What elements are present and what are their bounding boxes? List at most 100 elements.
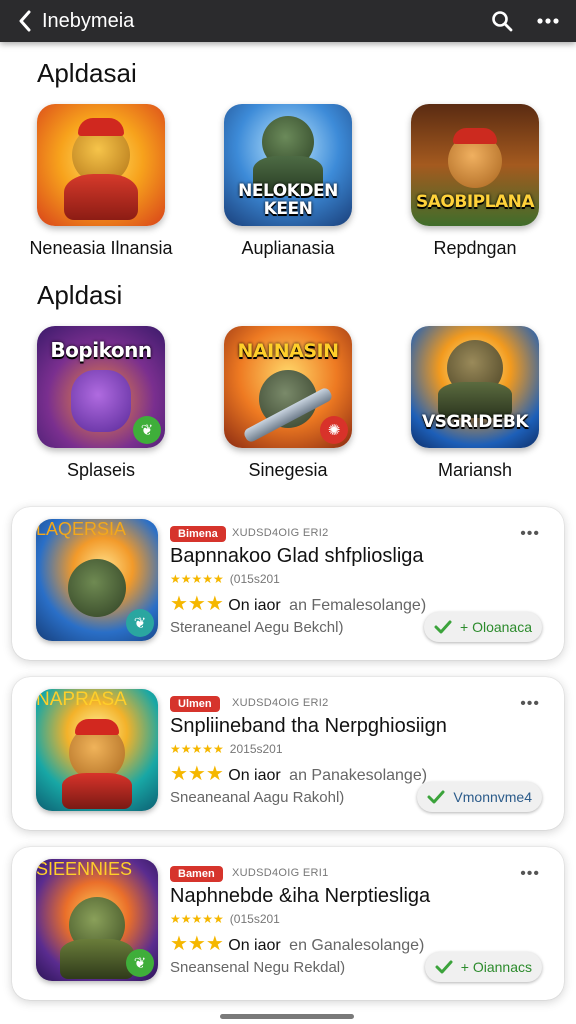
- rating-text: On iaor: [228, 937, 281, 954]
- install-button[interactable]: + Oiannacs: [424, 952, 542, 982]
- app-tile[interactable]: SAOBIPLANA Repdngan: [387, 104, 563, 259]
- star-icons: ★★★★★: [170, 912, 224, 926]
- rating-row: ★★★ On iaor an Femalesolange): [170, 591, 426, 616]
- icon-art-title: Bopikonn: [50, 338, 152, 362]
- icon-art-title: NELOKDEN KEEN: [238, 181, 338, 219]
- icon-art-title: VSGRIDEBK: [421, 412, 529, 432]
- app-card[interactable]: SIEENNIES ❦ Bamen XUDSD4OIG ERI1 ••• Nap…: [12, 847, 564, 1000]
- app-tile[interactable]: NAINASIN ✺ Sinegesia: [200, 326, 376, 481]
- app-tile[interactable]: VSGRIDEBK Mariansh: [387, 326, 563, 481]
- app-card[interactable]: NAPRASA Ulmen XUDSD4OIG ERI2 ••• Snpliin…: [12, 677, 564, 830]
- install-button[interactable]: + Oloanaca: [424, 612, 542, 642]
- rating-row: ★★★ On iaor an Panakesolange): [170, 761, 427, 786]
- more-horizontal-icon: •••: [520, 695, 540, 712]
- page-title: Inebymeia: [42, 9, 135, 32]
- icon-art-title: SIEENNIES: [36, 859, 133, 879]
- app-tile[interactable]: Neneasia Ilnansia: [13, 104, 189, 259]
- category-tag: Bamen: [170, 866, 223, 882]
- star-rating-row: ★★★★★ (015s201: [170, 912, 280, 926]
- rating-subtext: an Panakesolange): [289, 767, 428, 784]
- app-icon: NAINASIN ✺: [224, 326, 352, 448]
- seller-text: Steraneanel Aegu Bekchl): [170, 619, 344, 636]
- icon-art-title: NAINASIN: [237, 340, 339, 362]
- app-icon: [37, 104, 165, 226]
- app-icon: Bopikonn ❦: [37, 326, 165, 448]
- install-label: + Oloanaca: [460, 619, 532, 635]
- more-horizontal-icon: [537, 18, 559, 24]
- star-icons: ★★★: [170, 763, 224, 785]
- star-icons: ★★★: [170, 933, 224, 955]
- card-meta: XUDSD4OIG ERI1: [232, 867, 329, 879]
- rating-text: On iaor: [228, 767, 281, 784]
- leaf-icon: ❦: [133, 416, 161, 444]
- app-tile[interactable]: NELOKDEN KEEN Auplianasia: [200, 104, 376, 259]
- more-horizontal-icon: •••: [520, 865, 540, 882]
- app-name: Sinegesia: [248, 460, 328, 480]
- character-body-art: [64, 174, 138, 220]
- card-meta: XUDSD4OIG ERI2: [232, 527, 329, 539]
- category-tag: Ulmen: [170, 696, 220, 712]
- app-name: Auplianasia: [241, 238, 335, 258]
- app-header: Inebymeia: [0, 0, 576, 42]
- app-name: Neneasia Ilnansia: [29, 238, 173, 258]
- section-title: Apldasi: [37, 280, 123, 310]
- star-icons: ★★★★★: [170, 742, 224, 756]
- icon-art-title: LAQERSIA: [36, 519, 127, 539]
- character-cap-art: [78, 118, 124, 136]
- card-title: Naphnebde &iha Nerptiesliga: [170, 885, 431, 907]
- character-art: [71, 370, 131, 432]
- release-date: 2015s201: [229, 742, 283, 756]
- leaf-icon: ❦: [126, 609, 154, 637]
- character-body-art: [60, 939, 134, 979]
- app-name: Mariansh: [437, 460, 513, 480]
- app-name: Splaseis: [66, 460, 136, 480]
- app-icon: NELOKDEN KEEN: [224, 104, 352, 226]
- icon-art-title: SAOBIPLANA: [416, 192, 534, 212]
- back-button[interactable]: [14, 9, 36, 33]
- install-button[interactable]: Vmonnvme4: [417, 782, 542, 812]
- app-icon: SAOBIPLANA: [411, 104, 539, 226]
- more-options-button[interactable]: •••: [520, 695, 540, 713]
- character-body-art: [62, 773, 132, 809]
- app-thumbnail: SIEENNIES ❦: [36, 859, 158, 981]
- more-options-button[interactable]: [534, 7, 562, 35]
- more-options-button[interactable]: •••: [520, 865, 540, 883]
- home-indicator[interactable]: [220, 1014, 354, 1019]
- more-options-button[interactable]: •••: [520, 525, 540, 543]
- star-icons: ★★★★★: [170, 572, 224, 586]
- rating-row: ★★★ On iaor en Ganalesolange): [170, 931, 424, 956]
- check-icon: [435, 958, 453, 976]
- more-horizontal-icon: •••: [520, 525, 540, 542]
- character-art: [68, 559, 126, 617]
- rating-subtext: an Femalesolange): [289, 597, 427, 614]
- check-icon: [434, 618, 452, 636]
- category-tag: Bimena: [170, 526, 226, 542]
- chevron-left-icon: [19, 10, 31, 32]
- app-thumbnail: NAPRASA: [36, 689, 158, 811]
- star-rating-row: ★★★★★ 2015s201: [170, 742, 283, 756]
- seller-text: Sneansenal Negu Rekdal): [170, 959, 346, 976]
- icon-art-title: NAPRASA: [36, 689, 127, 710]
- main-content: Apldasai Neneasia Ilnansia NELOKDEN KEEN…: [0, 42, 576, 1024]
- star-icons: ★★★: [170, 593, 224, 615]
- search-button[interactable]: [488, 7, 516, 35]
- app-name: Repdngan: [433, 238, 517, 258]
- app-tile[interactable]: Bopikonn ❦ Splaseis: [13, 326, 189, 481]
- check-icon: [427, 788, 445, 806]
- release-date: (015s201: [229, 912, 280, 926]
- app-icon: VSGRIDEBK: [411, 326, 539, 448]
- rating-text: On iaor: [228, 597, 281, 614]
- search-icon: [492, 11, 513, 32]
- card-title: Bapnnakoo Glad shfpliosliga: [170, 545, 424, 567]
- character-cap-art: [75, 719, 119, 735]
- character-cap-art: [453, 128, 497, 144]
- seller-text: Sneaneanal Aagu Rakohl): [170, 789, 345, 806]
- app-card[interactable]: LAQERSIA ❦ Bimena XUDSD4OIG ERI2 ••• Bap…: [12, 507, 564, 660]
- star-rating-row: ★★★★★ (015s201: [170, 572, 280, 586]
- app-thumbnail: LAQERSIA ❦: [36, 519, 158, 641]
- card-meta: XUDSD4OIG ERI2: [232, 697, 329, 709]
- install-label: + Oiannacs: [460, 959, 532, 975]
- card-title: Snpliineband tha Nerpghiosiign: [170, 715, 447, 737]
- swirl-icon: ✺: [320, 416, 348, 444]
- rating-subtext: en Ganalesolange): [289, 937, 425, 954]
